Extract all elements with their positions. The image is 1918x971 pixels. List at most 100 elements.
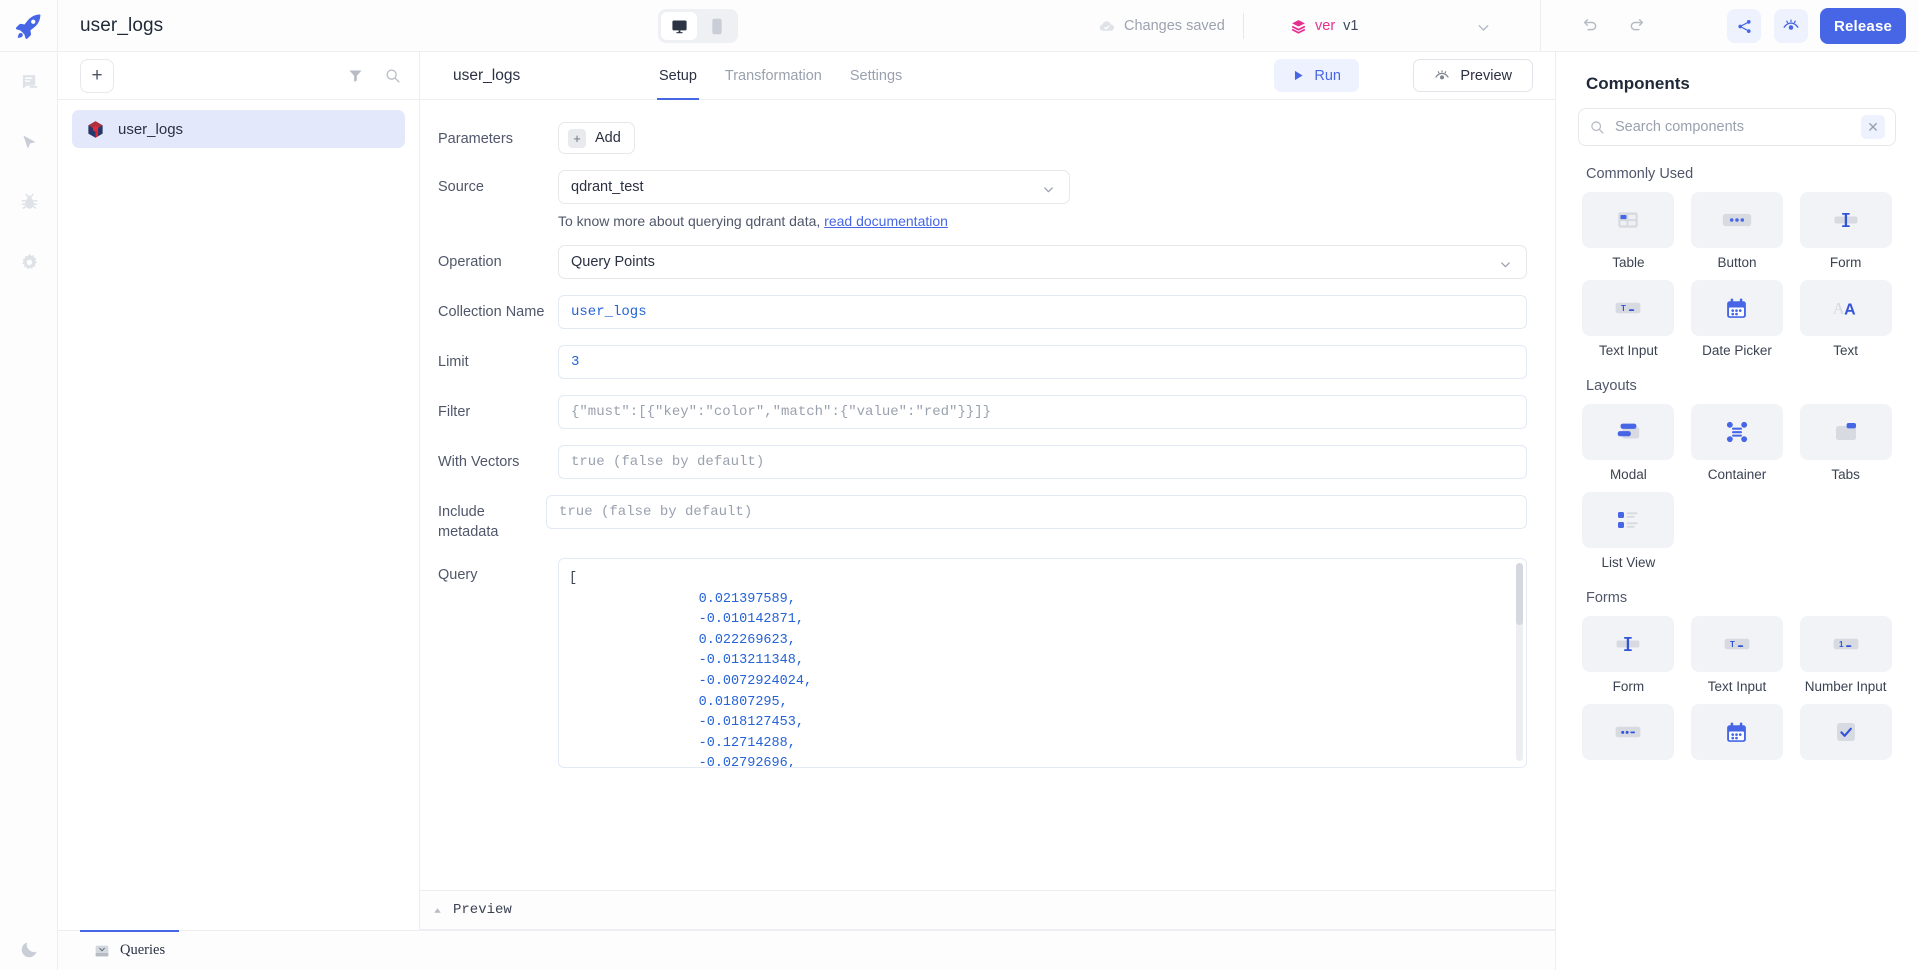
component-tabs[interactable]: Tabs — [1793, 404, 1898, 482]
share-button[interactable] — [1727, 9, 1761, 43]
form-icon — [1800, 192, 1892, 248]
code-line: [ — [569, 569, 1526, 590]
collection-name-label: Collection Name — [438, 295, 558, 329]
clear-search-button[interactable]: ✕ — [1861, 115, 1885, 139]
preview-app-button[interactable] — [1774, 9, 1808, 43]
number-input-icon: 1 — [1800, 616, 1892, 672]
run-button-label: Run — [1314, 68, 1341, 84]
component-label: Tabs — [1831, 467, 1860, 482]
search-icon — [384, 67, 401, 84]
component-text[interactable]: A A Text — [1793, 280, 1898, 358]
sidebar-item-inspector[interactable] — [0, 112, 58, 172]
component-label: Container — [1708, 467, 1767, 482]
component-label: Modal — [1610, 467, 1647, 482]
component-date-picker[interactable]: Date Picker — [1685, 280, 1790, 358]
share-icon — [1736, 18, 1753, 35]
component-text-input-2[interactable]: T Text Input — [1685, 616, 1790, 694]
search-queries-button[interactable] — [384, 67, 401, 84]
operation-row: Operation Query Points — [420, 245, 1555, 279]
code-scrollbar[interactable] — [1516, 563, 1523, 761]
redo-button[interactable] — [1624, 12, 1648, 36]
tab-transformation[interactable]: Transformation — [711, 52, 836, 100]
with-vectors-input[interactable]: true (false by default) — [558, 445, 1527, 479]
queries-panel-actions — [347, 67, 401, 84]
preview-results-bar[interactable]: Preview — [420, 890, 1555, 930]
app-logo[interactable] — [0, 0, 58, 52]
version-value: v1 — [1343, 18, 1358, 34]
undo-icon — [1581, 15, 1600, 34]
component-table[interactable]: Table — [1576, 192, 1681, 270]
sidebar-item-queries[interactable] — [0, 52, 58, 112]
table-icon — [1582, 192, 1674, 248]
qdrant-icon — [86, 120, 105, 139]
sidebar-item-debugger[interactable] — [0, 172, 58, 232]
desktop-view-button[interactable] — [661, 12, 697, 40]
section-title-forms: Forms — [1586, 590, 1918, 606]
version-dropdown-button[interactable] — [1475, 19, 1492, 41]
filter-input[interactable]: {"must":[{"key":"color","match":{"value"… — [558, 395, 1527, 429]
component-button[interactable]: Button — [1685, 192, 1790, 270]
source-select[interactable]: qdrant_test — [558, 170, 1070, 204]
limit-label: Limit — [438, 345, 558, 379]
code-scrollbar-thumb[interactable] — [1516, 563, 1523, 625]
source-label: Source — [438, 170, 558, 229]
component-form-2[interactable]: Form — [1576, 616, 1681, 694]
text-input-icon: T — [1691, 616, 1783, 672]
theme-toggle-button[interactable] — [0, 939, 58, 960]
component-label: Text Input — [1599, 343, 1658, 358]
chevron-down-icon — [1041, 182, 1056, 201]
app-title: user_logs — [80, 15, 163, 37]
preview-button-label: Preview — [1460, 68, 1512, 84]
svg-text:A: A — [1833, 301, 1845, 318]
version-selector[interactable]: ver v1 — [1290, 0, 1358, 52]
component-text-input[interactable]: T Text Input — [1576, 280, 1681, 358]
limit-input[interactable]: 3 — [558, 345, 1527, 379]
rocket-logo-icon — [14, 11, 44, 41]
setup-form: Parameters + Add Source qdrant_test — [420, 100, 1555, 922]
password-input-icon — [1582, 704, 1674, 760]
bottom-tab-queries[interactable]: Queries — [80, 931, 179, 971]
component-modal[interactable]: Modal — [1576, 404, 1681, 482]
tab-setup[interactable]: Setup — [645, 52, 711, 100]
component-date-picker-2[interactable] — [1685, 704, 1790, 767]
component-password-input[interactable] — [1576, 704, 1681, 767]
collection-name-input[interactable]: user_logs — [558, 295, 1527, 329]
list-item[interactable]: user_logs — [72, 110, 405, 148]
preview-results-label: Preview — [453, 902, 512, 918]
sidebar-item-settings[interactable] — [0, 232, 58, 292]
filter-queries-button[interactable] — [347, 67, 364, 84]
svg-text:T: T — [1621, 304, 1626, 313]
query-code-editor[interactable]: [ 0.021397589, -0.010142871, 0.022269623… — [558, 558, 1527, 768]
preview-button[interactable]: Preview — [1413, 59, 1533, 92]
component-label: Text Input — [1708, 679, 1767, 694]
component-grid-forms: Form T Text Input 1 Number Input — [1556, 616, 1918, 767]
tab-settings[interactable]: Settings — [836, 52, 916, 100]
eye-icon — [1434, 68, 1450, 84]
query-row: Query [ 0.021397589, -0.010142871, 0.022… — [420, 558, 1555, 768]
mobile-icon — [711, 18, 723, 35]
include-metadata-input[interactable]: true (false by default) — [546, 495, 1527, 529]
eye-icon — [1782, 17, 1800, 35]
add-parameter-button[interactable]: + Add — [558, 122, 635, 154]
operation-value: Query Points — [571, 254, 655, 270]
add-query-button[interactable]: + — [80, 59, 114, 93]
undo-button[interactable] — [1578, 12, 1602, 36]
component-number-input[interactable]: 1 Number Input — [1793, 616, 1898, 694]
text-icon: A A — [1800, 280, 1892, 336]
component-list-view[interactable]: List View — [1576, 492, 1681, 570]
component-checkbox[interactable] — [1793, 704, 1898, 767]
component-container[interactable]: Container — [1685, 404, 1790, 482]
run-button[interactable]: Run — [1274, 59, 1359, 92]
calendar-icon — [1691, 280, 1783, 336]
checkbox-icon — [1800, 704, 1892, 760]
top-bar: user_logs Changes saved ver — [0, 0, 1918, 52]
release-button[interactable]: Release — [1820, 8, 1906, 44]
read-documentation-link[interactable]: read documentation — [824, 213, 948, 229]
queries-panel-header: + — [58, 52, 419, 100]
collection-name-row: Collection Name user_logs — [420, 295, 1555, 329]
mobile-view-button[interactable] — [699, 12, 735, 40]
search-components-input[interactable] — [1615, 119, 1861, 135]
component-label: Form — [1613, 679, 1645, 694]
operation-select[interactable]: Query Points — [558, 245, 1527, 279]
component-form[interactable]: Form — [1793, 192, 1898, 270]
